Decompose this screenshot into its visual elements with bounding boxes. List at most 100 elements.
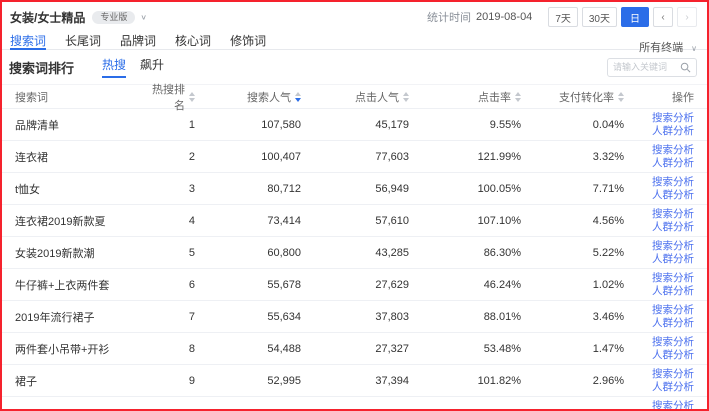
pay-conversion-rate-cell: 7.71% (521, 183, 624, 195)
col-header-click-popularity[interactable]: 点击人气 (301, 89, 409, 105)
search-popularity-cell: 73,414 (195, 215, 301, 227)
search-popularity-cell: 55,634 (195, 311, 301, 323)
click-rate-cell: 86.30% (409, 247, 521, 259)
prev-date-button[interactable]: ‹ (653, 7, 673, 27)
rank-cell: 2 (151, 151, 195, 163)
action-links: 搜索分析 人群分析 (624, 112, 694, 138)
tab-long-tail-word[interactable]: 长尾词 (65, 32, 101, 50)
col-header-search-popularity[interactable]: 搜索人气 (195, 89, 301, 105)
click-rate-cell: 100.05% (409, 183, 521, 195)
click-rate-cell: 107.10% (409, 215, 521, 227)
action-links: 搜索分析 人群分析 (624, 336, 694, 362)
chevron-down-icon: ∨ (691, 44, 697, 53)
click-popularity-cell: 56,949 (301, 183, 409, 195)
col-header-operation: 操作 (624, 89, 694, 105)
search-popularity-cell: 52,995 (195, 375, 301, 387)
rank-cell: 7 (151, 311, 195, 323)
table-header: 搜索词 热搜排名 搜索人气 点击人气 点击率 支付转化率 操作 (2, 84, 707, 108)
pro-version-badge: 专业版 (92, 11, 135, 24)
click-rate-cell: 88.01% (409, 311, 521, 323)
keyword-search-input[interactable] (613, 62, 677, 72)
search-analysis-link[interactable]: 搜索分析 (652, 208, 694, 221)
search-analysis-link[interactable]: 搜索分析 (652, 336, 694, 349)
sub-tabs: 热搜 飙升 (88, 56, 164, 78)
search-popularity-cell: 54,488 (195, 343, 301, 355)
pay-conversion-rate-cell: 2.96% (521, 375, 624, 387)
range-day-button[interactable]: 日 (621, 7, 649, 27)
rank-cell: 4 (151, 215, 195, 227)
table-row: 裙子 9 52,995 37,394 101.82% 2.96% 搜索分析 人群… (2, 364, 707, 396)
table-row: 搜索分析 人群分析 (2, 396, 707, 411)
subtab-hot-search[interactable]: 热搜 (102, 56, 126, 78)
crowd-analysis-link[interactable]: 人群分析 (652, 349, 694, 362)
stat-time-label: 统计时间 (427, 9, 471, 25)
pay-conversion-rate-cell: 0.04% (521, 119, 624, 131)
col-header-rank[interactable]: 热搜排名 (151, 81, 195, 113)
crowd-analysis-link[interactable]: 人群分析 (652, 221, 694, 234)
col-header-keyword: 搜索词 (15, 89, 151, 105)
date-controls: 统计时间 2019-08-04 7天 30天 日 ‹ › (427, 7, 697, 27)
search-analysis-link[interactable]: 搜索分析 (652, 112, 694, 125)
pay-conversion-rate-cell: 5.22% (521, 247, 624, 259)
tab-brand-word[interactable]: 品牌词 (120, 32, 156, 50)
crowd-analysis-link[interactable]: 人群分析 (652, 285, 694, 298)
col-header-pay-conversion-rate[interactable]: 支付转化率 (521, 89, 624, 105)
search-popularity-cell: 55,678 (195, 279, 301, 291)
terminal-filter-dropdown[interactable]: 所有终端 ∨ (639, 39, 697, 55)
action-links: 搜索分析 人群分析 (624, 272, 694, 298)
table-row: 连衣裙2019新款夏 4 73,414 57,610 107.10% 4.56%… (2, 204, 707, 236)
search-analysis-link[interactable]: 搜索分析 (652, 240, 694, 253)
action-links: 搜索分析 人群分析 (624, 368, 694, 394)
category-selector[interactable]: 女装/女士精品 专业版 ∨ (10, 9, 147, 26)
action-links: 搜索分析 人群分析 (624, 304, 694, 330)
crowd-analysis-link[interactable]: 人群分析 (652, 381, 694, 394)
keyword-cell: 品牌清单 (15, 117, 151, 133)
range-7d-button[interactable]: 7天 (548, 7, 578, 27)
search-analysis-link[interactable]: 搜索分析 (652, 400, 694, 411)
action-links: 搜索分析 人群分析 (624, 400, 694, 411)
app-window: 女装/女士精品 专业版 ∨ 统计时间 2019-08-04 7天 30天 日 ‹… (0, 0, 709, 411)
tab-modifier-word[interactable]: 修饰词 (230, 32, 266, 50)
click-popularity-cell: 77,603 (301, 151, 409, 163)
search-analysis-link[interactable]: 搜索分析 (652, 272, 694, 285)
keyword-cell: t恤女 (15, 181, 151, 197)
keyword-search-box[interactable] (607, 58, 697, 77)
keyword-cell: 女装2019新款潮 (15, 245, 151, 261)
search-analysis-link[interactable]: 搜索分析 (652, 144, 694, 157)
search-popularity-cell: 100,407 (195, 151, 301, 163)
section-bar: 搜索词排行 热搜 飙升 (2, 50, 707, 84)
crowd-analysis-link[interactable]: 人群分析 (652, 125, 694, 138)
rank-cell: 1 (151, 119, 195, 131)
tab-search-word[interactable]: 搜索词 (10, 32, 46, 50)
click-popularity-cell: 57,610 (301, 215, 409, 227)
table-row: 两件套小吊带+开衫 8 54,488 27,327 53.48% 1.47% 搜… (2, 332, 707, 364)
terminal-filter-label: 所有终端 (639, 42, 683, 54)
search-popularity-cell: 107,580 (195, 119, 301, 131)
keyword-cell: 连衣裙 (15, 149, 151, 165)
tabs: 搜索词 长尾词 品牌词 核心词 修饰词 (10, 32, 285, 50)
search-analysis-link[interactable]: 搜索分析 (652, 176, 694, 189)
crowd-analysis-link[interactable]: 人群分析 (652, 189, 694, 202)
next-date-button[interactable]: › (677, 7, 697, 27)
rank-cell: 9 (151, 375, 195, 387)
click-popularity-cell: 43,285 (301, 247, 409, 259)
crowd-analysis-link[interactable]: 人群分析 (652, 253, 694, 266)
search-analysis-link[interactable]: 搜索分析 (652, 368, 694, 381)
action-links: 搜索分析 人群分析 (624, 144, 694, 170)
rank-cell: 6 (151, 279, 195, 291)
click-rate-cell: 9.55% (409, 119, 521, 131)
range-30d-button[interactable]: 30天 (582, 7, 617, 27)
crowd-analysis-link[interactable]: 人群分析 (652, 317, 694, 330)
table-row: 女装2019新款潮 5 60,800 43,285 86.30% 5.22% 搜… (2, 236, 707, 268)
col-header-click-rate[interactable]: 点击率 (409, 89, 521, 105)
keyword-cell: 裙子 (15, 373, 151, 389)
chevron-down-icon: ∨ (140, 13, 147, 22)
rank-cell: 8 (151, 343, 195, 355)
search-analysis-link[interactable]: 搜索分析 (652, 304, 694, 317)
rank-cell: 3 (151, 183, 195, 195)
crowd-analysis-link[interactable]: 人群分析 (652, 157, 694, 170)
tab-core-word[interactable]: 核心词 (175, 32, 211, 50)
search-icon[interactable] (680, 62, 691, 73)
click-rate-cell: 101.82% (409, 375, 521, 387)
subtab-soaring[interactable]: 飙升 (140, 56, 164, 78)
